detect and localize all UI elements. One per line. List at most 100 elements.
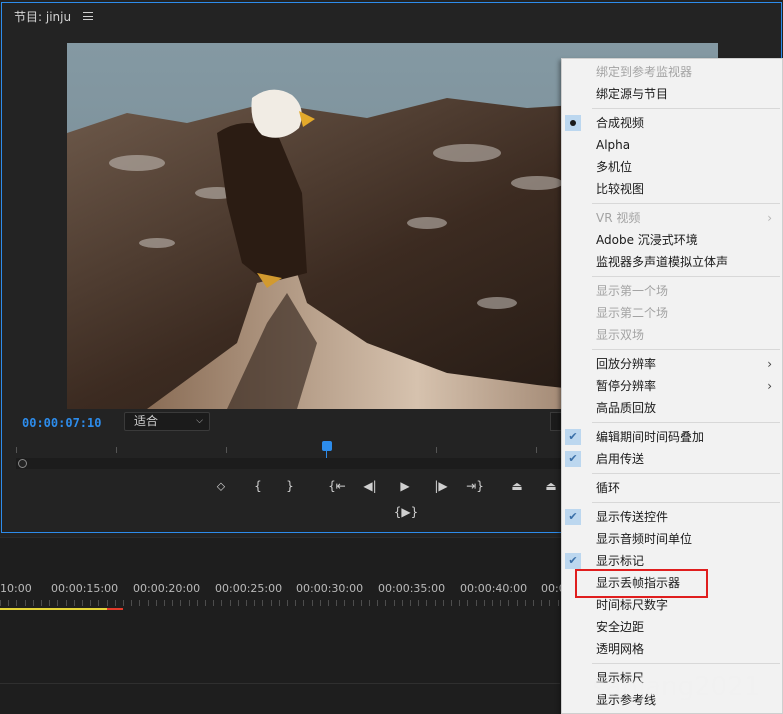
chevron-right-icon: › [767, 379, 772, 393]
menu-item-label: VR 视频 [596, 211, 641, 225]
play-button[interactable]: ▶ [394, 477, 416, 495]
check-icon: ✔ [565, 509, 581, 525]
timeline-tick [336, 600, 337, 606]
menu-item-label: 显示标记 [596, 554, 645, 568]
go-to-out-icon: ⇥} [466, 479, 484, 493]
timeline-tick [57, 600, 58, 606]
timeline-tick [271, 600, 272, 606]
timeline-tick [476, 600, 477, 606]
scrollbar-handle[interactable] [18, 459, 27, 468]
lift-button[interactable]: ⏏ [506, 477, 528, 495]
menu-item[interactable]: ✔ 启用传送 [562, 448, 782, 470]
menu-item[interactable]: 比较视图 [562, 178, 782, 200]
timeline-tick [0, 600, 1, 606]
timeline-tick [131, 600, 132, 606]
menu-item[interactable]: 回放分辨率 › [562, 353, 782, 375]
menu-item-label: Adobe 沉浸式环境 [596, 233, 698, 247]
playhead-timecode[interactable]: 00:00:07:10 [22, 416, 101, 430]
timeline-tick [279, 600, 280, 606]
timeline-tick [156, 600, 157, 606]
timeline-tick [369, 600, 370, 606]
menu-item-label: 显示音频时间单位 [596, 532, 693, 546]
timeline-tick [90, 600, 91, 606]
step-forward-icon: |▶ [434, 479, 448, 493]
add-marker-button[interactable]: ⬦ [210, 477, 232, 495]
menu-item[interactable]: Alpha [562, 134, 782, 156]
timeline-tick [254, 600, 255, 606]
menu-item[interactable]: 多机位 [562, 156, 782, 178]
timeline-tick [8, 600, 9, 606]
menu-item[interactable]: 循环 [562, 477, 782, 499]
menu-item-label: 绑定源与节目 [596, 87, 669, 101]
ruler-tick [436, 447, 437, 453]
zoom-fit-select[interactable]: 适合 ⌵ [124, 412, 210, 431]
timeline-tick [459, 600, 460, 606]
step-back-icon: ◀| [363, 479, 377, 493]
menu-item-label: 多机位 [596, 160, 633, 174]
menu-item[interactable]: ✔ 编辑期间时间码叠加 [562, 426, 782, 448]
menu-item-label: 合成视频 [596, 116, 645, 130]
render-bar-red [107, 608, 123, 610]
menu-item[interactable]: 绑定源与节目 [562, 83, 782, 105]
timeline-tick [377, 600, 378, 606]
menu-item[interactable]: 高品质回放 [562, 397, 782, 419]
timeline-tick [426, 600, 427, 606]
menu-item[interactable]: 安全边距 [562, 616, 782, 638]
menu-item[interactable]: 暂停分辨率 › [562, 375, 782, 397]
play-in-to-out-icon: {▶} [393, 505, 419, 519]
playhead-handle[interactable] [322, 441, 332, 451]
step-back-button[interactable]: ◀| [359, 477, 381, 495]
timeline-tick [295, 600, 296, 606]
ruler-tick [116, 447, 117, 453]
timeline-tick [107, 600, 108, 606]
menu-item[interactable]: 监视器多声道模拟立体声 [562, 251, 782, 273]
menu-item[interactable]: ✔ 显示传送控件 [562, 506, 782, 528]
timeline-tick [303, 600, 304, 606]
extract-button[interactable]: ⏏ [540, 477, 562, 495]
mark-in-icon: { [254, 479, 262, 493]
mark-out-icon: } [286, 479, 294, 493]
timeline-tick [467, 600, 468, 606]
panel-title[interactable]: 节目: jinju [14, 8, 71, 25]
go-to-in-icon: {⇤ [328, 479, 346, 493]
menu-item-label: 绑定到参考监视器 [596, 65, 693, 79]
panel-header: 节目: jinju [2, 3, 781, 29]
step-forward-button[interactable]: |▶ [430, 477, 452, 495]
timeline-tick [66, 600, 67, 606]
timeline-tick [344, 600, 345, 606]
go-to-in-button[interactable]: {⇤ [324, 477, 350, 495]
check-icon: ✔ [565, 451, 581, 467]
timeline-time-label: 00:00:15:00 [51, 582, 119, 595]
play-in-to-out-button[interactable]: {▶} [392, 503, 420, 521]
timeline-time-label: 00:00:20:00 [133, 582, 201, 595]
timeline-tick [443, 600, 444, 606]
monitor-time-ruler[interactable] [16, 443, 564, 455]
menu-item[interactable]: 合成视频 [562, 112, 782, 134]
marker-icon: ⬦ [216, 478, 226, 493]
mark-in-button[interactable]: { [247, 477, 269, 495]
timeline-tick [320, 600, 321, 606]
menu-item: 绑定到参考监视器 [562, 61, 782, 83]
monitor-zoom-scrollbar[interactable] [16, 458, 564, 469]
timeline-time-label: 00:00:25:00 [215, 582, 283, 595]
menu-separator [592, 276, 780, 277]
timeline-time-label: 00:00:40:00 [460, 582, 528, 595]
timeline-time-label: 10:00 [0, 582, 32, 595]
menu-item-label: 显示第一个场 [596, 284, 669, 298]
zoom-fit-value: 适合 [134, 414, 159, 428]
go-to-out-button[interactable]: ⇥} [462, 477, 488, 495]
ruler-tick [16, 447, 17, 453]
timeline-tick [361, 600, 362, 606]
timeline-tick [484, 600, 485, 606]
timeline-tick [451, 600, 452, 606]
panel-menu-icon[interactable] [83, 12, 94, 20]
timeline-tick [16, 600, 17, 606]
menu-item[interactable]: Adobe 沉浸式环境 [562, 229, 782, 251]
menu-item-label: 时间标尺数字 [596, 598, 669, 612]
menu-item-label: 监视器多声道模拟立体声 [596, 255, 729, 269]
menu-item[interactable]: 显示音频时间单位 [562, 528, 782, 550]
mark-out-button[interactable]: } [279, 477, 301, 495]
timeline-tick [517, 600, 518, 606]
timeline-tick [49, 600, 50, 606]
menu-item[interactable]: 透明网格 [562, 638, 782, 660]
